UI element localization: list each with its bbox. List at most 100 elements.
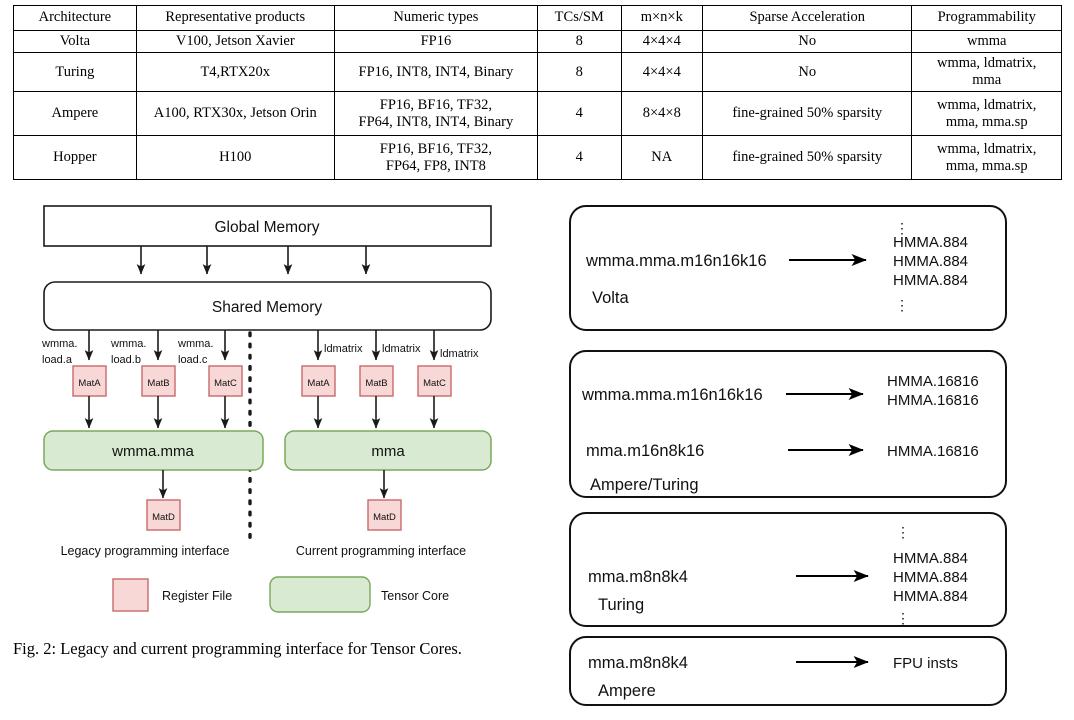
table-row: Volta V100, Jetson Xavier FP16 8 4×4×4 N… bbox=[13, 29, 1062, 54]
table-row: Hopper H100 FP16, BF16, TF32, FP64, FP8,… bbox=[13, 135, 1062, 181]
shared-memory-box: Shared Memory bbox=[43, 281, 492, 331]
column-header-architecture: Architecture bbox=[13, 5, 137, 31]
mapping-source-instruction: wmma.mma.m16n16k16 bbox=[585, 252, 767, 270]
current-result-label: MatD bbox=[373, 512, 396, 523]
mapping-target-instruction: HMMA.884 bbox=[893, 234, 968, 251]
cell-tcs-per-sm: 8 bbox=[536, 29, 622, 54]
cell-programmability: wmma, ldmatrix, mma, mma.sp bbox=[911, 135, 1062, 181]
prog-line2: mma, mma.sp bbox=[945, 157, 1028, 174]
legacy-result-label: MatD bbox=[152, 512, 175, 523]
legacy-op-label: wmma.mma bbox=[111, 443, 194, 460]
cell-tcs-per-sm: 4 bbox=[536, 91, 622, 137]
legacy-load-b-line1: wmma. bbox=[110, 338, 146, 350]
legacy-load-c-line1: wmma. bbox=[177, 338, 213, 350]
prog-line1: wmma, ldmatrix, bbox=[936, 140, 1037, 157]
current-matrix-b-label: MatB bbox=[365, 378, 387, 389]
prog-line1: wmma bbox=[966, 33, 1007, 49]
architecture-table: Architecture Representative products Num… bbox=[13, 5, 1062, 181]
legacy-matrix-b-label: MatB bbox=[147, 378, 169, 389]
mapping-box-ampere-turing: wmma.mma.m16n16k16 HMMA.16816 HMMA.16816… bbox=[569, 350, 1007, 498]
mapping-target-instruction: HMMA.16816 bbox=[887, 443, 979, 460]
cell-programmability: wmma bbox=[911, 29, 1062, 54]
mapping-target-instruction: HMMA.16816 bbox=[887, 373, 979, 390]
mapping-architecture-label: Turing bbox=[598, 596, 644, 614]
numeric-types-line1: FP16 bbox=[420, 33, 452, 49]
cell-products: H100 bbox=[135, 135, 335, 181]
numeric-types-line2: FP64, INT8, INT4, Binary bbox=[358, 113, 514, 130]
prog-line2: mma bbox=[972, 72, 1002, 89]
cell-numeric-types: FP16 bbox=[333, 29, 538, 54]
cell-architecture: Turing bbox=[13, 52, 137, 93]
mapping-architecture-label: Volta bbox=[592, 289, 630, 307]
cell-mnk: 4×4×4 bbox=[620, 29, 704, 54]
cell-mnk: 8×4×8 bbox=[620, 91, 704, 137]
current-matrix-to-op-arrows bbox=[313, 396, 439, 429]
legacy-interface-caption: Legacy programming interface bbox=[61, 544, 230, 558]
legacy-load-a-line1: wmma. bbox=[41, 338, 77, 350]
instruction-mapping-panel: wmma.mma.m16n16k16 ⋮ HMMA.884 HMMA.884 H… bbox=[560, 190, 1074, 720]
legend-tensor-core-swatch bbox=[269, 576, 371, 613]
legacy-matrix-c-label: MatC bbox=[214, 378, 237, 389]
current-matrix-c-label: MatC bbox=[423, 378, 446, 389]
current-interface-caption: Current programming interface bbox=[296, 544, 466, 558]
column-header-programmability: Programmability bbox=[911, 5, 1062, 31]
legacy-load-c-line2: load.c bbox=[178, 354, 208, 366]
mapping-architecture-label: Ampere/Turing bbox=[590, 476, 699, 494]
vertical-ellipsis-icon: ⋮ bbox=[895, 297, 909, 313]
legacy-matrix-to-op-arrows bbox=[84, 396, 230, 429]
figure-canvas: Global Memory Shared Memory wmma. load.a… bbox=[41, 205, 492, 613]
current-load-c-label: ldmatrix bbox=[440, 348, 479, 360]
vertical-ellipsis-icon: ⋮ bbox=[896, 610, 910, 626]
legacy-op-box: wmma.mma bbox=[43, 430, 264, 471]
cell-numeric-types: FP16, BF16, TF32, FP64, INT8, INT4, Bina… bbox=[333, 91, 538, 137]
current-matrix-boxes: MatA MatB MatC bbox=[301, 365, 452, 397]
current-matrix-a-label: MatA bbox=[307, 378, 330, 389]
mapping-target-instruction: HMMA.884 bbox=[893, 253, 968, 270]
cell-sparse: fine-grained 50% sparsity bbox=[702, 91, 913, 137]
mapping-source-instruction: wmma.mma.m16n16k16 bbox=[581, 386, 763, 404]
mapping-target-instruction: HMMA.884 bbox=[893, 569, 968, 586]
cell-sparse: No bbox=[702, 29, 913, 54]
cell-products: T4,RTX20x bbox=[135, 52, 335, 93]
numeric-types-line1: FP16, BF16, TF32, bbox=[379, 96, 492, 113]
cell-tcs-per-sm: 8 bbox=[536, 52, 622, 93]
cell-mnk: NA bbox=[620, 135, 704, 181]
legend-register-file-label: Register File bbox=[162, 589, 232, 603]
figure-caption: Fig. 2: Legacy and current programming i… bbox=[13, 639, 462, 658]
prog-line1: wmma, ldmatrix, bbox=[936, 96, 1037, 113]
cell-programmability: wmma, ldmatrix, mma, mma.sp bbox=[911, 91, 1062, 137]
cell-numeric-types: FP16, BF16, TF32, FP64, FP8, INT8 bbox=[333, 135, 538, 181]
mapping-target-instruction: HMMA.16816 bbox=[887, 392, 979, 409]
legacy-result-box: MatD bbox=[146, 499, 181, 531]
table-header-row: Architecture Representative products Num… bbox=[13, 5, 1062, 31]
current-result-box: MatD bbox=[367, 499, 402, 531]
mapping-source-instruction: mma.m8n8k4 bbox=[588, 654, 688, 672]
column-header-tcs-per-sm: TCs/SM bbox=[536, 5, 622, 31]
mapping-target-instruction: HMMA.884 bbox=[893, 588, 968, 605]
architecture-table-container: Architecture Representative products Num… bbox=[13, 5, 1062, 181]
column-header-mnk: m×n×k bbox=[620, 5, 704, 31]
cell-tcs-per-sm: 4 bbox=[536, 135, 622, 181]
numeric-types-line1: FP16, INT8, INT4, Binary bbox=[358, 63, 514, 80]
mapping-box-volta: wmma.mma.m16n16k16 ⋮ HMMA.884 HMMA.884 H… bbox=[569, 205, 1007, 331]
current-load-a-label: ldmatrix bbox=[324, 343, 363, 355]
cell-products: V100, Jetson Xavier bbox=[135, 29, 335, 54]
mapping-canvas: wmma.mma.m16n16k16 ⋮ HMMA.884 HMMA.884 H… bbox=[569, 205, 1007, 706]
shared-memory-label: Shared Memory bbox=[212, 299, 323, 316]
table-row: Turing T4,RTX20x FP16, INT8, INT4, Binar… bbox=[13, 52, 1062, 93]
mapping-box-turing: mma.m8n8k4 ⋮ HMMA.884 HMMA.884 HMMA.884 … bbox=[569, 512, 1007, 627]
mapping-box-ampere: mma.m8n8k4 FPU insts Ampere bbox=[569, 636, 1007, 706]
column-header-products: Representative products bbox=[135, 5, 335, 31]
table-row: Ampere A100, RTX30x, Jetson Orin FP16, B… bbox=[13, 91, 1062, 137]
mapping-target-instruction: HMMA.884 bbox=[893, 272, 968, 289]
cell-architecture: Hopper bbox=[13, 135, 137, 181]
mapping-source-instruction: mma.m16n8k16 bbox=[586, 442, 704, 460]
cell-products: A100, RTX30x, Jetson Orin bbox=[135, 91, 335, 137]
legacy-load-b-line2: load.b bbox=[111, 354, 141, 366]
current-op-label: mma bbox=[371, 443, 405, 460]
cell-numeric-types: FP16, INT8, INT4, Binary bbox=[333, 52, 538, 93]
cell-mnk: 4×4×4 bbox=[620, 52, 704, 93]
cell-architecture: Volta bbox=[13, 29, 137, 54]
cell-sparse: No bbox=[702, 52, 913, 93]
legend-tensor-core-label: Tensor Core bbox=[381, 589, 449, 603]
